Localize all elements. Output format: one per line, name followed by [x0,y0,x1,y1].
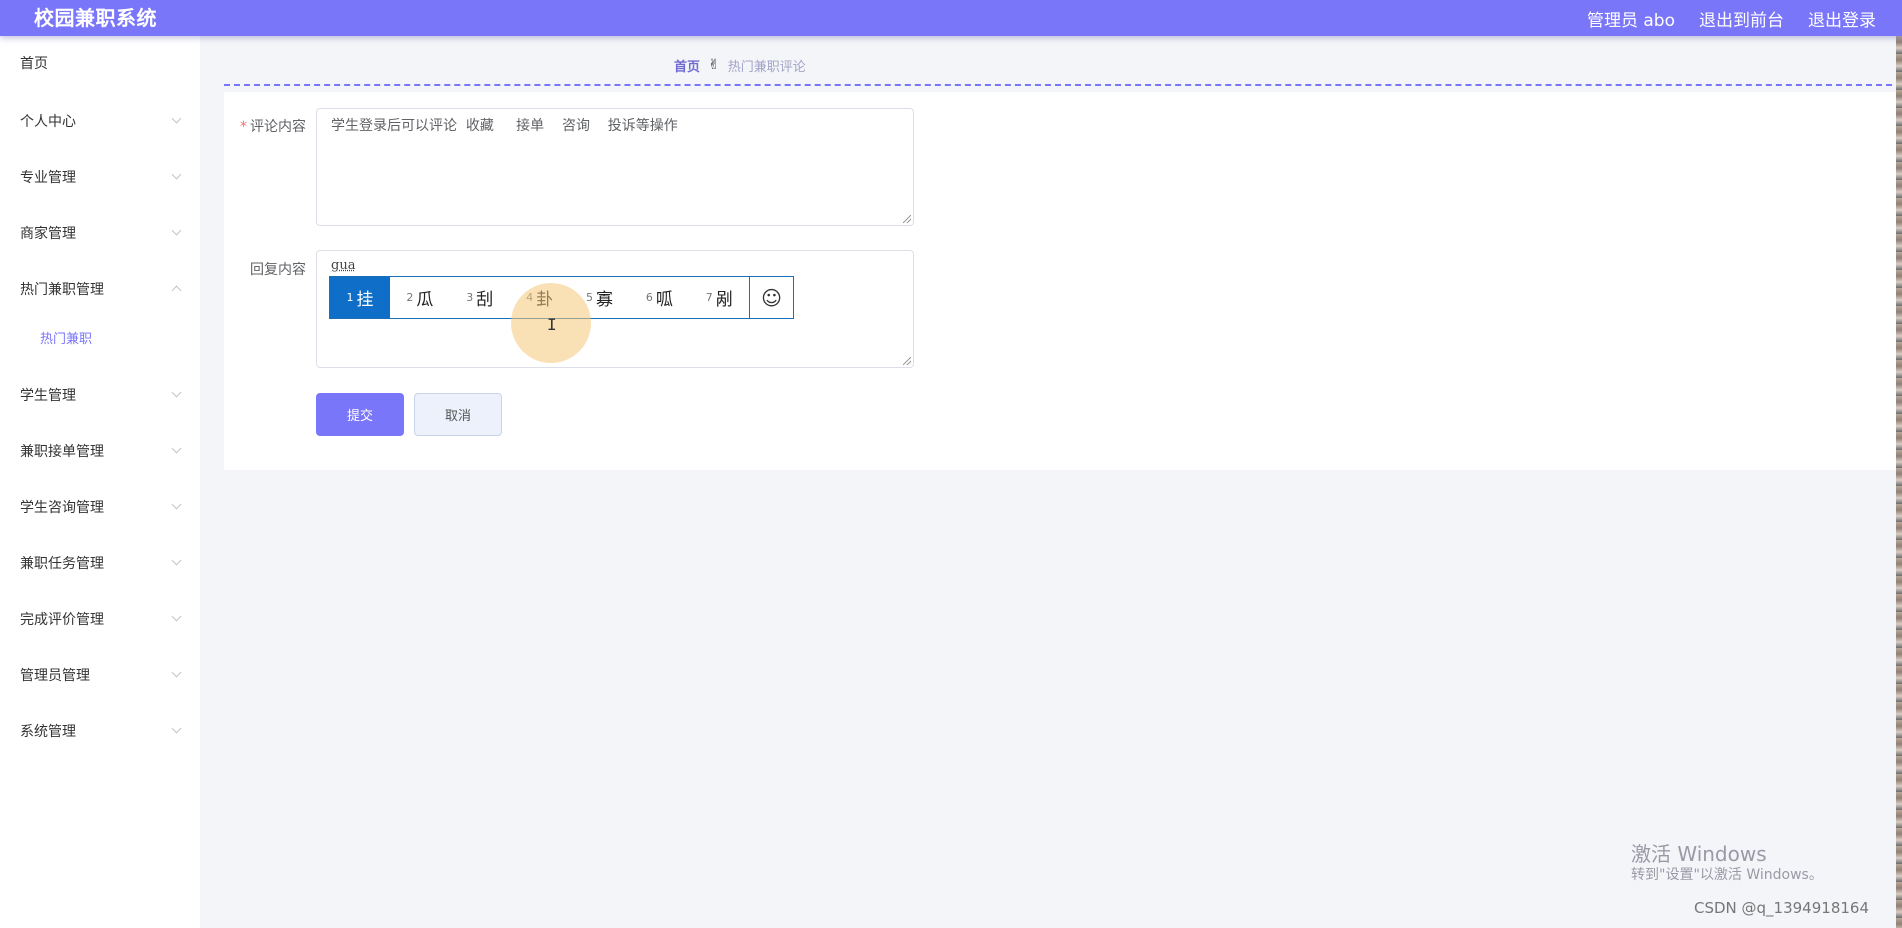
resize-handle-icon[interactable] [903,357,911,365]
chevron-down-icon [171,225,182,236]
sidebar-item-home[interactable]: 首页 [20,52,180,76]
breadcrumb: 首页 ✌ 热门兼职评论 [674,53,806,77]
comment-textarea[interactable]: 学生登录后可以评论 收藏 接单 咨询 投诉等操作 [316,108,914,226]
ime-candidate[interactable]: 6呱 [629,277,689,318]
sidebar-item-system[interactable]: 系统管理 [20,720,182,744]
sidebar-item-personal-center[interactable]: 个人中心 [20,110,182,134]
ime-candidate[interactable]: 1挂 [330,277,390,318]
chevron-down-icon [171,555,182,566]
text-cursor-icon: I [547,315,557,334]
candidate-index: 1 [346,291,354,304]
sidebar-item-label: 兼职接单管理 [20,444,104,460]
candidate-char: 瓜 [416,290,434,310]
submit-button[interactable]: 提交 [316,393,404,436]
sidebar-item-label: 学生咨询管理 [20,500,104,516]
sidebar-item-student-consult[interactable]: 学生咨询管理 [20,496,182,520]
ime-candidate[interactable]: 7剐 [689,277,749,318]
chevron-down-icon [171,723,182,734]
candidate-char: 寡 [595,290,613,310]
csdn-watermark: CSDN @q_1394918164 [1694,899,1869,917]
chevron-down-icon [171,443,182,454]
top-right-actions: 管理员 abo 退出到前台 退出登录 [1587,0,1876,36]
candidate-char: 剐 [715,290,733,310]
chevron-down-icon [171,169,182,180]
sidebar-item-label: 专业管理 [20,170,76,186]
chevron-up-icon [171,285,182,296]
sidebar-item-label: 兼职任务管理 [20,556,104,572]
resize-handle-icon[interactable] [903,215,911,223]
candidate-index: 5 [585,291,593,304]
sidebar-item-label: 热门兼职管理 [20,282,104,298]
candidate-index: 6 [645,291,653,304]
app-title: 校园兼职系统 [34,6,157,30]
candidate-char: 刮 [476,290,494,310]
ime-candidate[interactable]: 3刮 [450,277,510,318]
sidebar-item-job-tasks[interactable]: 兼职任务管理 [20,552,182,576]
sidebar-item-label: 个人中心 [20,114,76,130]
sidebar-item-label: 学生管理 [20,388,76,404]
sidebar-item-label: 完成评价管理 [20,612,104,628]
sidebar-item-hot-jobs[interactable]: 热门兼职管理 [20,278,182,302]
sidebar-item-label: 管理员管理 [20,668,90,684]
divider [224,84,1902,86]
logout-link[interactable]: 退出登录 [1808,6,1876,31]
chevron-down-icon [171,611,182,622]
reply-label: 回复内容 [250,262,306,278]
ime-composition-text: gua [331,258,356,273]
sidebar-item-major[interactable]: 专业管理 [20,166,182,190]
chevron-down-icon [171,113,182,124]
page: 校园兼职系统 管理员 abo 退出到前台 退出登录 首页 个人中心 专业管理 商… [0,0,1902,928]
candidate-index: 3 [466,291,474,304]
sidebar-item-label: 首页 [20,56,48,72]
hand-icon: ✌ [708,57,720,73]
top-navbar: 校园兼职系统 管理员 abo 退出到前台 退出登录 [0,0,1902,36]
emoji-icon[interactable]: ☺ [749,277,793,318]
sidebar-item-student[interactable]: 学生管理 [20,384,182,408]
chevron-down-icon [171,667,182,678]
chevron-down-icon [171,387,182,398]
sidebar-item-job-orders[interactable]: 兼职接单管理 [20,440,182,464]
candidate-index: 7 [705,291,713,304]
ime-candidate[interactable]: 2瓜 [390,277,450,318]
sidebar-item-label: 商家管理 [20,226,76,242]
comment-label: * 评论内容 [236,116,306,136]
sidebar-item-label: 系统管理 [20,724,76,740]
sidebar-item-admins[interactable]: 管理员管理 [20,664,182,688]
scrollbar[interactable] [1896,36,1902,928]
sidebar-item-merchant[interactable]: 商家管理 [20,222,182,246]
sidebar: 首页 个人中心 专业管理 商家管理 热门兼职管理 热门兼职 学生管理 兼职接单管… [0,36,200,928]
cancel-button[interactable]: 取消 [414,393,502,436]
admin-user-label[interactable]: 管理员 abo [1587,6,1675,31]
required-mark: * [240,119,247,135]
sidebar-subitem-hot-job[interactable]: 热门兼职 [40,328,92,352]
chevron-down-icon [171,499,182,510]
candidate-char: 挂 [356,290,374,310]
comment-value: 学生登录后可以评论 收藏 接单 咨询 投诉等操作 [331,118,678,134]
exit-to-front-link[interactable]: 退出到前台 [1699,6,1784,31]
candidate-char: 呱 [655,290,673,310]
comment-label-text: 评论内容 [250,119,306,135]
activation-watermark-title: 激活 Windows [1631,842,1767,866]
breadcrumb-current: 热门兼职评论 [727,59,806,75]
candidate-index: 2 [406,291,414,304]
activation-watermark-text: 转到"设置"以激活 Windows。 [1631,867,1823,883]
sidebar-item-evaluations[interactable]: 完成评价管理 [20,608,182,632]
breadcrumb-home[interactable]: 首页 [674,56,700,75]
